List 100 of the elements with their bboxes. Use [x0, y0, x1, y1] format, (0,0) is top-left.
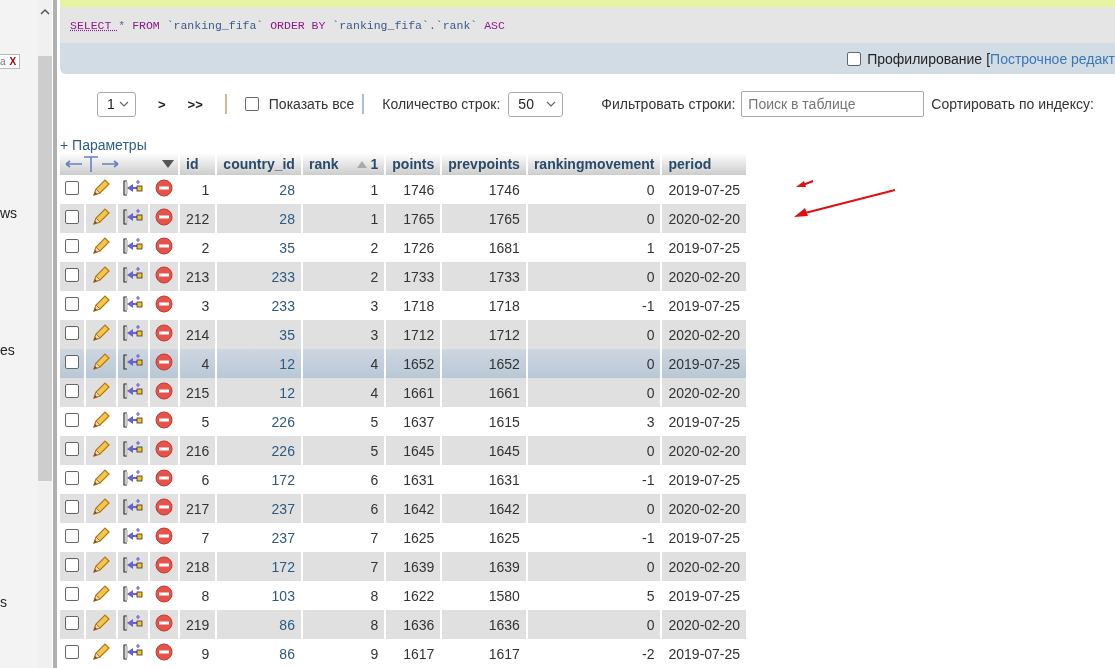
delete-icon[interactable]	[155, 208, 173, 226]
table-row[interactable]: 212 28 1 1765 1765 0 2020-02-20	[60, 204, 747, 233]
table-row[interactable]: 9 86 9 1617 1617 -2 2019-07-25	[60, 639, 747, 668]
pencil-icon[interactable]	[91, 584, 111, 604]
delete-icon[interactable]	[155, 295, 173, 313]
insert-row-icon[interactable]	[123, 178, 143, 198]
column-header[interactable]: country_id	[217, 153, 301, 175]
insert-row-icon[interactable]	[123, 439, 143, 459]
pencil-icon[interactable]	[91, 468, 111, 488]
delete-icon[interactable]	[155, 498, 173, 516]
pencil-icon[interactable]	[91, 352, 111, 372]
pencil-icon[interactable]	[91, 381, 111, 401]
parameters-link[interactable]: + Параметры	[60, 137, 147, 153]
insert-row-icon[interactable]	[123, 468, 143, 488]
delete-icon[interactable]	[155, 614, 173, 632]
row-checkbox[interactable]	[65, 413, 79, 427]
column-header[interactable]: points	[386, 153, 441, 175]
row-checkbox[interactable]	[65, 558, 79, 572]
insert-row-icon[interactable]	[123, 236, 143, 256]
delete-icon[interactable]	[155, 585, 173, 603]
inline-edit-link[interactable]: Построчное редакт	[990, 50, 1115, 67]
row-checkbox[interactable]	[65, 355, 79, 369]
insert-row-icon[interactable]	[123, 381, 143, 401]
delete-icon[interactable]	[155, 382, 173, 400]
insert-row-icon[interactable]	[123, 526, 143, 546]
pencil-icon[interactable]	[91, 265, 111, 285]
row-checkbox[interactable]	[65, 616, 79, 630]
table-row[interactable]: 7 237 7 1625 1625 -1 2019-07-25	[60, 523, 747, 552]
insert-row-icon[interactable]	[123, 410, 143, 430]
dropdown-triangle-icon[interactable]	[162, 160, 174, 168]
column-header[interactable]: prevpoints	[442, 153, 526, 175]
sidebar-item[interactable]: es	[0, 342, 15, 358]
scrollbar[interactable]	[38, 0, 52, 668]
row-checkbox[interactable]	[65, 529, 79, 543]
table-row[interactable]: 1 28 1 1746 1746 0 2019-07-25	[60, 175, 747, 204]
table-row[interactable]: 217 237 6 1642 1642 0 2020-02-20	[60, 494, 747, 523]
pencil-icon[interactable]	[91, 526, 111, 546]
column-header[interactable]: period	[662, 153, 747, 175]
column-header[interactable]: rankingmovement	[527, 153, 661, 175]
insert-row-icon[interactable]	[123, 584, 143, 604]
rows-select[interactable]: 50	[508, 91, 564, 117]
delete-icon[interactable]	[155, 527, 173, 545]
row-checkbox[interactable]	[65, 239, 79, 253]
next-page-button[interactable]: >	[158, 96, 166, 112]
table-row[interactable]: 216 226 5 1645 1645 0 2020-02-20	[60, 436, 747, 465]
column-resize-icon[interactable]	[64, 155, 120, 173]
table-row[interactable]: 6 172 6 1631 1631 -1 2019-07-25	[60, 465, 747, 494]
delete-icon[interactable]	[155, 440, 173, 458]
insert-row-icon[interactable]	[123, 207, 143, 227]
scroll-up-icon[interactable]	[40, 8, 50, 16]
row-checkbox[interactable]	[65, 587, 79, 601]
pencil-icon[interactable]	[91, 294, 111, 314]
insert-row-icon[interactable]	[123, 294, 143, 314]
row-checkbox[interactable]	[65, 384, 79, 398]
table-row[interactable]: 215 12 4 1661 1661 0 2020-02-20	[60, 378, 747, 407]
last-page-button[interactable]: >>	[187, 96, 203, 112]
insert-row-icon[interactable]	[123, 555, 143, 575]
row-checkbox[interactable]	[65, 210, 79, 224]
clear-button[interactable]: X	[9, 56, 17, 67]
pencil-icon[interactable]	[91, 555, 111, 575]
delete-icon[interactable]	[155, 266, 173, 284]
search-field[interactable]: Поиск в таблице	[741, 91, 925, 117]
row-checkbox[interactable]	[65, 181, 79, 195]
insert-row-icon[interactable]	[123, 642, 143, 662]
pencil-icon[interactable]	[91, 642, 111, 662]
page-select[interactable]: 1	[97, 91, 136, 117]
scrollbar-thumb[interactable]	[38, 56, 52, 481]
delete-icon[interactable]	[155, 411, 173, 429]
column-header[interactable]: rank 1	[302, 153, 385, 175]
table-row[interactable]: 214 35 3 1712 1712 0 2020-02-20	[60, 320, 747, 349]
show-all-checkbox[interactable]	[244, 97, 259, 111]
pencil-icon[interactable]	[91, 613, 111, 633]
sidebar-item[interactable]: ws	[0, 205, 18, 221]
table-row[interactable]: 219 86 8 1636 1636 0 2020-02-20	[60, 610, 747, 639]
insert-row-icon[interactable]	[123, 352, 143, 372]
sidebar-item[interactable]: s	[0, 594, 7, 610]
table-row[interactable]: 218 172 7 1639 1639 0 2020-02-20	[60, 552, 747, 581]
delete-icon[interactable]	[155, 179, 173, 197]
pencil-icon[interactable]	[91, 323, 111, 343]
row-checkbox[interactable]	[65, 326, 79, 340]
pencil-icon[interactable]	[91, 207, 111, 227]
delete-icon[interactable]	[155, 469, 173, 487]
delete-icon[interactable]	[155, 324, 173, 342]
row-checkbox[interactable]	[65, 442, 79, 456]
delete-icon[interactable]	[155, 353, 173, 371]
pencil-icon[interactable]	[91, 439, 111, 459]
table-row[interactable]: 8 103 8 1622 1580 5 2019-07-25	[60, 581, 747, 610]
insert-row-icon[interactable]	[123, 323, 143, 343]
pencil-icon[interactable]	[91, 410, 111, 430]
row-checkbox[interactable]	[65, 297, 79, 311]
row-checkbox[interactable]	[65, 645, 79, 659]
row-checkbox[interactable]	[65, 268, 79, 282]
table-row[interactable]: 4 12 4 1652 1652 0 2019-07-25	[60, 349, 747, 378]
pencil-icon[interactable]	[91, 497, 111, 517]
insert-row-icon[interactable]	[123, 613, 143, 633]
column-header[interactable]: id	[180, 153, 216, 175]
pencil-icon[interactable]	[91, 236, 111, 256]
delete-icon[interactable]	[155, 237, 173, 255]
insert-row-icon[interactable]	[123, 497, 143, 517]
delete-icon[interactable]	[155, 643, 173, 661]
